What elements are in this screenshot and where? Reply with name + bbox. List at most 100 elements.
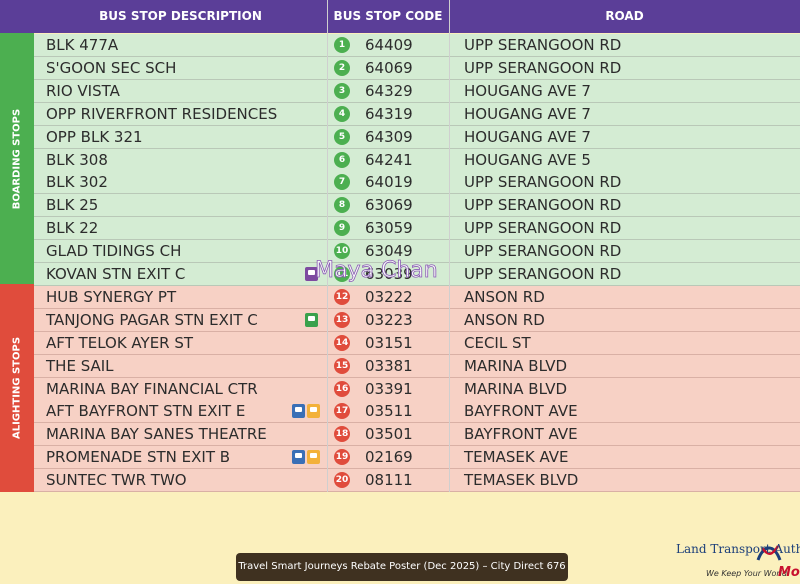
stop-description: BLK 477A <box>46 36 119 54</box>
table-row: OPP BLK 321 5 64309 HOUGANG AVE 7 <box>34 125 800 149</box>
stop-description: S'GOON SEC SCH <box>46 58 177 77</box>
table-row: TANJONG PAGAR STN EXIT C 13 03223 ANSON RD <box>34 308 800 332</box>
stop-code: 64069 <box>365 58 413 77</box>
stop-description: MARINA BAY SANES THEATRE <box>46 425 267 444</box>
stop-description: HUB SYNERGY PT <box>46 287 177 306</box>
stop-code: 63059 <box>365 219 413 238</box>
column-divider <box>327 0 328 492</box>
stop-code: 03511 <box>365 402 413 421</box>
road-name: UPP SERANGOON RD <box>464 36 622 54</box>
table-row: RIO VISTA 3 64329 HOUGANG AVE 7 <box>34 79 800 103</box>
road-name: UPP SERANGOON RD <box>464 58 622 77</box>
road-name: HOUGANG AVE 7 <box>464 81 591 100</box>
mrt-train-icon <box>292 450 305 465</box>
stop-number-badge: 13 <box>334 311 350 328</box>
table-row: BLK 22 9 63059 UPP SERANGOON RD <box>34 217 800 241</box>
table-row: THE SAIL 15 03381 MARINA BLVD <box>34 354 800 378</box>
table-row: BLK 308 6 64241 HOUGANG AVE 5 <box>34 148 800 172</box>
road-name: TEMASEK AVE <box>464 448 569 467</box>
boarding-stops-label: BOARDING STOPS <box>0 33 34 284</box>
stop-code: 64309 <box>365 127 413 146</box>
table-row: HUB SYNERGY PT 12 03222 ANSON RD <box>34 285 800 309</box>
road-name: HOUGANG AVE 7 <box>464 127 591 146</box>
road-name: TEMASEK BLVD <box>464 471 579 490</box>
header-description: BUS STOP DESCRIPTION <box>99 9 262 23</box>
stop-number-badge: 12 <box>334 288 350 305</box>
stop-number-badge: 2 <box>334 59 350 76</box>
road-name: HOUGANG AVE 5 <box>464 150 591 169</box>
table-row: AFT TELOK AYER ST 14 03151 CECIL ST <box>34 331 800 355</box>
stop-description: BLK 25 <box>46 196 99 215</box>
stop-number-badge: 10 <box>334 243 350 260</box>
stop-number-badge: 19 <box>334 449 350 466</box>
stop-number-badge: 1 <box>334 37 350 53</box>
caption-bar: Travel Smart Journeys Rebate Poster (Dec… <box>236 553 568 581</box>
stop-description: BLK 308 <box>46 150 108 169</box>
stop-code: 64019 <box>365 173 413 192</box>
stop-number-badge: 20 <box>334 472 350 489</box>
stop-description: SUNTEC TWR TWO <box>46 471 187 490</box>
table-row: SUNTEC TWR TWO 20 08111 TEMASEK BLVD <box>34 469 800 493</box>
road-name: UPP SERANGOON RD <box>464 242 622 261</box>
mrt-train-icon <box>305 312 318 327</box>
road-name: HOUGANG AVE 7 <box>464 104 591 123</box>
stop-description: AFT TELOK AYER ST <box>46 333 194 352</box>
table-row: BLK 302 7 64019 UPP SERANGOON RD <box>34 171 800 195</box>
watermark: Maya Chan <box>315 258 438 284</box>
table-row: BLK 477A 1 64409 UPP SERANGOON RD <box>34 34 800 57</box>
stop-description: BLK 302 <box>46 173 108 192</box>
stop-description: BLK 22 <box>46 219 99 238</box>
stop-code: 03223 <box>365 310 413 329</box>
road-name: ANSON RD <box>464 287 545 306</box>
lta-tagline-end: Mo <box>778 565 800 580</box>
stop-code: 64319 <box>365 104 413 123</box>
stop-code: 64241 <box>365 150 413 169</box>
stop-number-badge: 7 <box>334 174 350 191</box>
stop-description: TANJONG PAGAR STN EXIT C <box>46 310 258 329</box>
stop-code: 03222 <box>365 287 413 306</box>
stop-number-badge: 14 <box>334 334 350 351</box>
road-name: UPP SERANGOON RD <box>464 219 622 238</box>
stop-number-badge: 15 <box>334 357 350 374</box>
lta-tagline: We Keep Your World <box>706 569 787 578</box>
stop-code: 63069 <box>365 196 413 215</box>
stop-code: 64329 <box>365 81 413 100</box>
mrt-train-icon <box>307 450 320 465</box>
stop-number-badge: 17 <box>334 403 350 420</box>
stop-number-badge: 8 <box>334 197 350 214</box>
stop-code: 03151 <box>365 333 413 352</box>
mrt-train-icon <box>307 404 320 419</box>
stop-description: KOVAN STN EXIT C <box>46 265 186 283</box>
column-divider <box>449 0 450 492</box>
stop-description: AFT BAYFRONT STN EXIT E <box>46 402 246 421</box>
table-header: BUS STOP DESCRIPTION BUS STOP CODE ROAD <box>0 0 800 33</box>
stop-number-badge: 9 <box>334 220 350 237</box>
stop-description: OPP RIVERFRONT RESIDENCES <box>46 104 278 123</box>
stop-description: OPP BLK 321 <box>46 127 143 146</box>
stop-description: GLAD TIDINGS CH <box>46 242 182 261</box>
stop-number-badge: 6 <box>334 151 350 168</box>
table-row: OPP RIVERFRONT RESIDENCES 4 64319 HOUGANG A… <box>34 102 800 126</box>
road-name: UPP SERANGOON RD <box>464 265 622 283</box>
table-row: BLK 25 8 63069 UPP SERANGOON RD <box>34 194 800 218</box>
road-name: CECIL ST <box>464 333 531 352</box>
stop-code: 03391 <box>365 379 413 398</box>
stop-code: 64409 <box>365 36 413 54</box>
road-name: UPP SERANGOON RD <box>464 196 622 215</box>
road-name: BAYFRONT AVE <box>464 402 578 421</box>
stop-number-badge: 5 <box>334 128 350 145</box>
road-name: ANSON RD <box>464 310 545 329</box>
lta-name: Land Transport Auth <box>676 542 800 556</box>
stop-number-badge: 16 <box>334 380 350 397</box>
road-name: BAYFRONT AVE <box>464 425 578 444</box>
table-row: MARINA BAY FINANCIAL CTR 16 03391 MARINA BL… <box>34 377 800 401</box>
road-name: MARINA BLVD <box>464 356 568 375</box>
stop-number-badge: 4 <box>334 105 350 122</box>
stop-code: 03501 <box>365 425 413 444</box>
table-row: PROMENADE STN EXIT B 19 02169 TEMASEK AVE <box>34 446 800 470</box>
table-row: S'GOON SEC SCH 2 64069 UPP SERANGOON RD <box>34 56 800 80</box>
table-row: MARINA BAY SANES THEATRE 18 03501 BAYFRONT … <box>34 423 800 447</box>
stop-description: MARINA BAY FINANCIAL CTR <box>46 379 258 398</box>
table-row: AFT BAYFRONT STN EXIT E 17 03511 BAYFRONT A… <box>34 400 800 424</box>
road-name: MARINA BLVD <box>464 379 568 398</box>
